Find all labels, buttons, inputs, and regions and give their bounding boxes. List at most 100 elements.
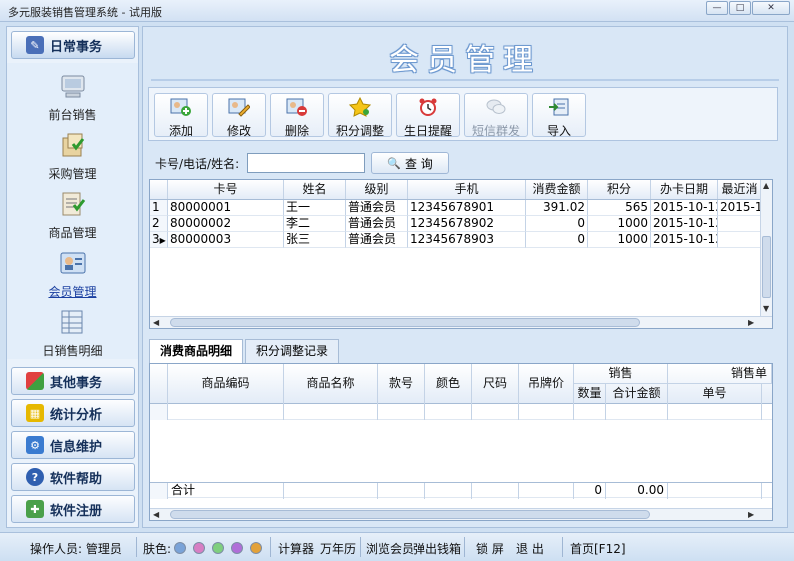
cell-points: 1000 xyxy=(588,216,651,232)
cash-drawer-button[interactable]: 弹出钱箱 xyxy=(413,540,461,557)
detail-header: 商品编码 商品名称 款号 颜色 尺码 吊牌价 销售 数量 合计金额 销售单 单号 xyxy=(150,364,772,404)
category-register[interactable]: ✚ 软件注册 xyxy=(11,495,135,523)
table-row[interactable] xyxy=(150,404,772,420)
tab-consumption-detail[interactable]: 消费商品明细 xyxy=(149,339,244,363)
column-header[interactable]: 尺码 xyxy=(472,364,519,404)
sidebar-item-purchase[interactable]: 采购管理 xyxy=(7,126,138,184)
skin-orange-button[interactable] xyxy=(250,542,262,554)
category-statistics[interactable]: ▦ 统计分析 xyxy=(11,399,135,427)
skin-blue-button[interactable] xyxy=(174,542,186,554)
scroll-left-icon[interactable]: ◀ xyxy=(153,318,159,327)
table-row[interactable]: 3▶ 80000003 张三 普通会员 12345678903 0 1000 2… xyxy=(150,232,762,248)
column-header[interactable]: 手机 xyxy=(408,180,526,199)
main-panel: 会员管理 添加 修改 删除 积分调整 生日提醒 短信群发 导入 卡号/电话/姓名… xyxy=(142,26,788,528)
sidebar-item-goods[interactable]: 商品管理 xyxy=(7,185,138,243)
import-button[interactable]: 导入 xyxy=(532,93,586,138)
row-number: 3▶ xyxy=(150,232,168,248)
scroll-up-icon[interactable]: ▲ xyxy=(763,181,769,190)
column-header[interactable]: 吊牌价 xyxy=(519,364,574,404)
maximize-button[interactable]: □ xyxy=(729,1,751,15)
category-daily-affairs[interactable]: ✎ 日常事务 xyxy=(11,31,135,59)
toolbar-label: 添加 xyxy=(168,124,193,138)
toolbar-label: 导入 xyxy=(546,124,571,138)
toolbar-label: 删除 xyxy=(284,124,309,138)
sidebar-item-front-sales[interactable]: 前台销售 xyxy=(7,67,138,125)
column-header[interactable]: 办卡日期 xyxy=(651,180,718,199)
scroll-thumb[interactable] xyxy=(762,236,771,298)
category-label: 日常事务 xyxy=(50,39,103,55)
total-row: 合计 0 0.00 xyxy=(150,482,772,499)
sidebar-item-label: 会员管理 xyxy=(48,285,97,299)
cell xyxy=(168,404,284,420)
column-header[interactable]: 款号 xyxy=(378,364,425,404)
browse-members-button[interactable]: 浏览会员 xyxy=(366,540,414,557)
sms-broadcast-button[interactable]: 短信群发 xyxy=(464,93,528,138)
scroll-thumb[interactable] xyxy=(170,318,640,327)
gears-icon: ⚙ xyxy=(26,436,44,454)
column-header[interactable]: 单号 xyxy=(668,384,762,404)
edit-button[interactable]: 修改 xyxy=(212,93,266,138)
lock-screen-button[interactable]: 锁 屏 xyxy=(476,540,504,557)
add-button[interactable]: 添加 xyxy=(154,93,208,138)
tab-points-records[interactable]: 积分调整记录 xyxy=(245,339,340,363)
calendar-button[interactable]: 万年历 xyxy=(320,540,356,557)
table-header: 卡号 姓名 级别 手机 消费金额 积分 办卡日期 最近消 xyxy=(150,180,762,200)
clipboard-icon: ✎ xyxy=(26,36,44,54)
minimize-button[interactable]: — xyxy=(706,1,728,15)
horizontal-scrollbar[interactable]: ◀ ▶ xyxy=(150,508,772,520)
search-input[interactable] xyxy=(247,153,365,173)
cell xyxy=(425,483,472,499)
category-label: 软件注册 xyxy=(50,503,103,519)
sidebar-item-member[interactable]: 会员管理 xyxy=(7,244,138,302)
skin-green-button[interactable] xyxy=(212,542,224,554)
skin-pink-button[interactable] xyxy=(193,542,205,554)
birthday-reminder-button[interactable]: 生日提醒 xyxy=(396,93,460,138)
column-header[interactable]: 数量 xyxy=(574,384,606,404)
column-header[interactable]: 积分 xyxy=(588,180,651,199)
column-header[interactable]: 消费金额 xyxy=(526,180,588,199)
cell-points: 1000 xyxy=(588,232,651,248)
scroll-down-icon[interactable]: ▼ xyxy=(763,304,769,313)
cell xyxy=(378,404,425,420)
delete-button[interactable]: 删除 xyxy=(270,93,324,138)
category-help[interactable]: ? 软件帮助 xyxy=(11,463,135,491)
cell-last: 2015-1 xyxy=(718,200,762,216)
purchase-icon xyxy=(62,133,84,157)
points-adjust-button[interactable]: 积分调整 xyxy=(328,93,392,138)
scroll-thumb[interactable] xyxy=(170,510,650,519)
column-header[interactable]: 级别 xyxy=(346,180,408,199)
search-button[interactable]: 🔍 查 询 xyxy=(371,152,449,174)
row-number: 2 xyxy=(150,216,168,232)
column-header[interactable]: 合计金额 xyxy=(606,384,668,404)
calculator-button[interactable]: 计算器 xyxy=(278,540,314,557)
table-row[interactable]: 1 80000001 王一 普通会员 12345678901 391.02 56… xyxy=(150,200,762,216)
cell xyxy=(574,404,606,420)
search-icon: 🔍 xyxy=(387,156,401,170)
scroll-left-icon[interactable]: ◀ xyxy=(153,510,159,519)
sidebar-item-daily-sales[interactable]: 日销售明细 xyxy=(7,303,138,361)
consumption-detail-table[interactable]: 商品编码 商品名称 款号 颜色 尺码 吊牌价 销售 数量 合计金额 销售单 单号 xyxy=(149,363,773,521)
cell xyxy=(378,483,425,499)
category-info-maintenance[interactable]: ⚙ 信息维护 xyxy=(11,431,135,459)
toolbar-label: 修改 xyxy=(226,124,251,138)
column-header[interactable]: 卡号 xyxy=(168,180,284,199)
close-button[interactable]: ✕ xyxy=(752,1,790,15)
search-button-label: 查 询 xyxy=(404,156,433,171)
sidebar-item-label: 日销售明细 xyxy=(42,344,103,358)
skin-purple-button[interactable] xyxy=(231,542,243,554)
horizontal-scrollbar[interactable]: ◀ ▶ xyxy=(150,316,772,328)
member-table[interactable]: 卡号 姓名 级别 手机 消费金额 积分 办卡日期 最近消 1 80000001 … xyxy=(149,179,773,329)
vertical-scrollbar[interactable]: ▲ ▼ xyxy=(760,180,772,316)
column-header[interactable]: 商品编码 xyxy=(168,364,284,404)
column-header[interactable]: 最近消 xyxy=(718,180,762,199)
cell xyxy=(472,404,519,420)
home-button[interactable]: 首页[F12] xyxy=(570,540,626,557)
exit-button[interactable]: 退 出 xyxy=(516,540,544,557)
column-header[interactable]: 姓名 xyxy=(284,180,346,199)
column-header[interactable]: 颜色 xyxy=(425,364,472,404)
category-other-affairs[interactable]: 其他事务 xyxy=(11,367,135,395)
scroll-right-icon[interactable]: ▶ xyxy=(748,318,754,327)
column-header[interactable]: 商品名称 xyxy=(284,364,378,404)
table-row[interactable]: 2 80000002 李二 普通会员 12345678902 0 1000 20… xyxy=(150,216,762,232)
scroll-right-icon[interactable]: ▶ xyxy=(748,510,754,519)
